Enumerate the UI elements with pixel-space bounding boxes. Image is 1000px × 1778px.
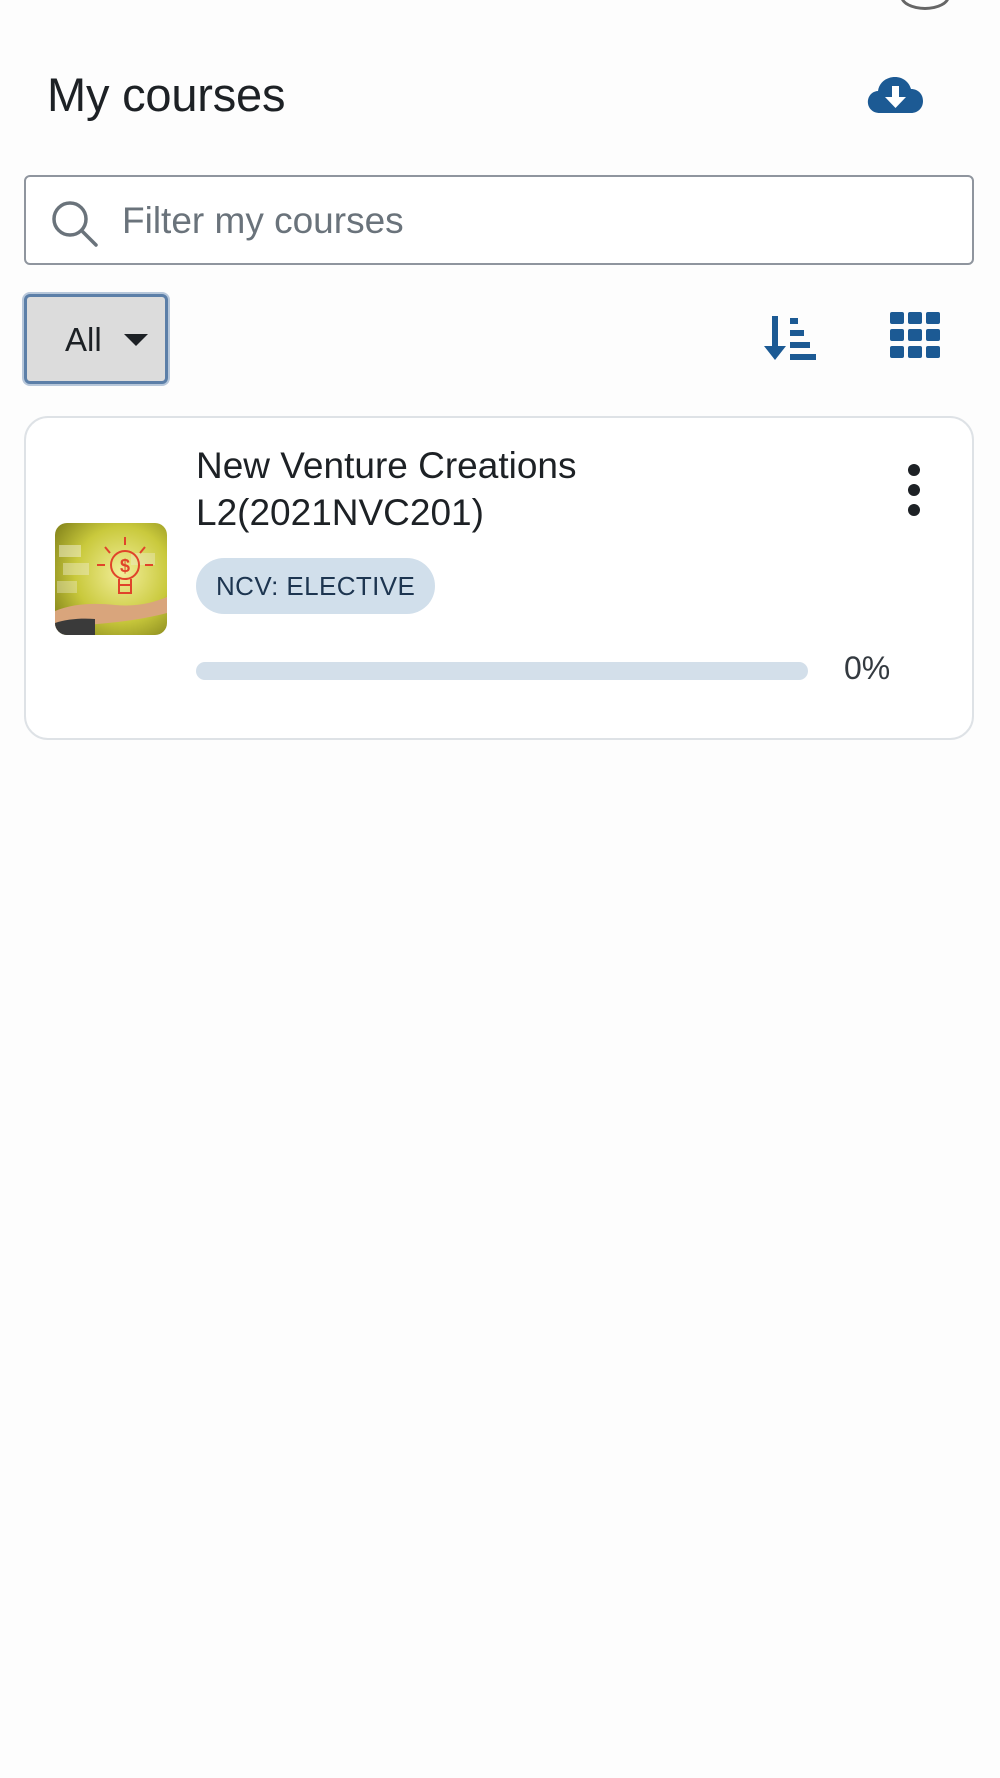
my-courses-page: My courses All [0, 0, 1000, 1778]
sort-courses-button[interactable] [764, 310, 824, 370]
filter-selected-label: All [65, 321, 102, 358]
sort-ascending-icon [764, 316, 816, 360]
svg-text:$: $ [120, 556, 130, 576]
course-image[interactable]: $ [55, 523, 167, 635]
cloud-download-icon [867, 77, 923, 113]
search-box [24, 175, 974, 265]
course-filter-dropdown[interactable]: All [24, 294, 168, 384]
page-header: My courses [47, 62, 947, 132]
course-title-line1: New Venture Creations [196, 445, 577, 486]
course-thumbnail-image: $ [55, 523, 167, 635]
course-progress-text: 0% [844, 650, 891, 686]
status-indicator-fragment [900, 0, 950, 10]
page-title: My courses [47, 68, 286, 121]
search-icon [52, 201, 98, 247]
course-category-badge: NCV: ELECTIVE [196, 558, 436, 614]
grid-view-icon [890, 312, 940, 358]
course-card[interactable]: $ New Venture Creations L2(2021NVC201) N… [24, 416, 974, 740]
chevron-down-icon [124, 334, 148, 346]
course-title-link[interactable]: New Venture Creations L2(2021NVC201) [196, 442, 756, 536]
change-view-button[interactable] [890, 312, 950, 372]
course-progress-bar [196, 662, 808, 680]
course-actions-menu-button[interactable] [894, 462, 934, 522]
more-vertical-icon [908, 464, 920, 516]
download-courses-button[interactable] [863, 70, 927, 120]
search-input[interactable] [120, 177, 954, 265]
course-title-line2: L2(2021NVC201) [196, 492, 484, 533]
